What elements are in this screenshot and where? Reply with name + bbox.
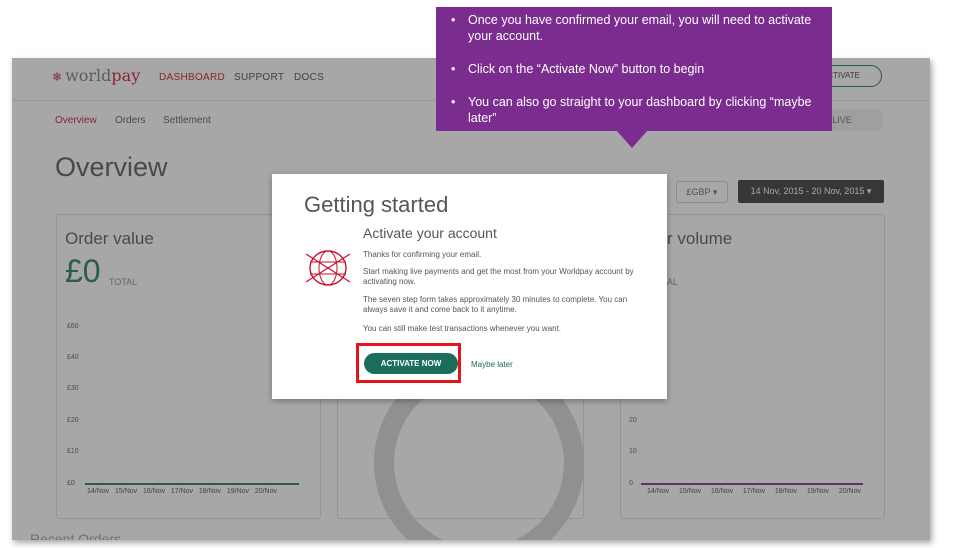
modal-subtitle: Activate your account (363, 225, 497, 241)
globe-icon (305, 250, 351, 286)
callout-bullet: Click on the “Activate Now” button to be… (451, 61, 822, 77)
callout-bullet: Once you have confirmed your email, you … (451, 12, 822, 44)
callout-bullet: You can also go straight to your dashboa… (451, 94, 822, 126)
modal-paragraph: Thanks for confirming your email. (363, 250, 482, 259)
callout-arrow (616, 130, 648, 148)
modal-paragraph: The seven step form takes approximately … (363, 295, 628, 314)
getting-started-modal: Getting started Activate your account Th… (272, 174, 667, 399)
modal-paragraph: Start making live payments and get the m… (363, 267, 634, 286)
instruction-callout: Once you have confirmed your email, you … (436, 7, 832, 131)
activate-now-button[interactable]: ACTIVATE NOW (364, 353, 458, 374)
modal-paragraph: You can still make test transactions whe… (363, 324, 562, 333)
modal-title: Getting started (304, 192, 449, 217)
maybe-later-link[interactable]: Maybe later (471, 360, 513, 369)
